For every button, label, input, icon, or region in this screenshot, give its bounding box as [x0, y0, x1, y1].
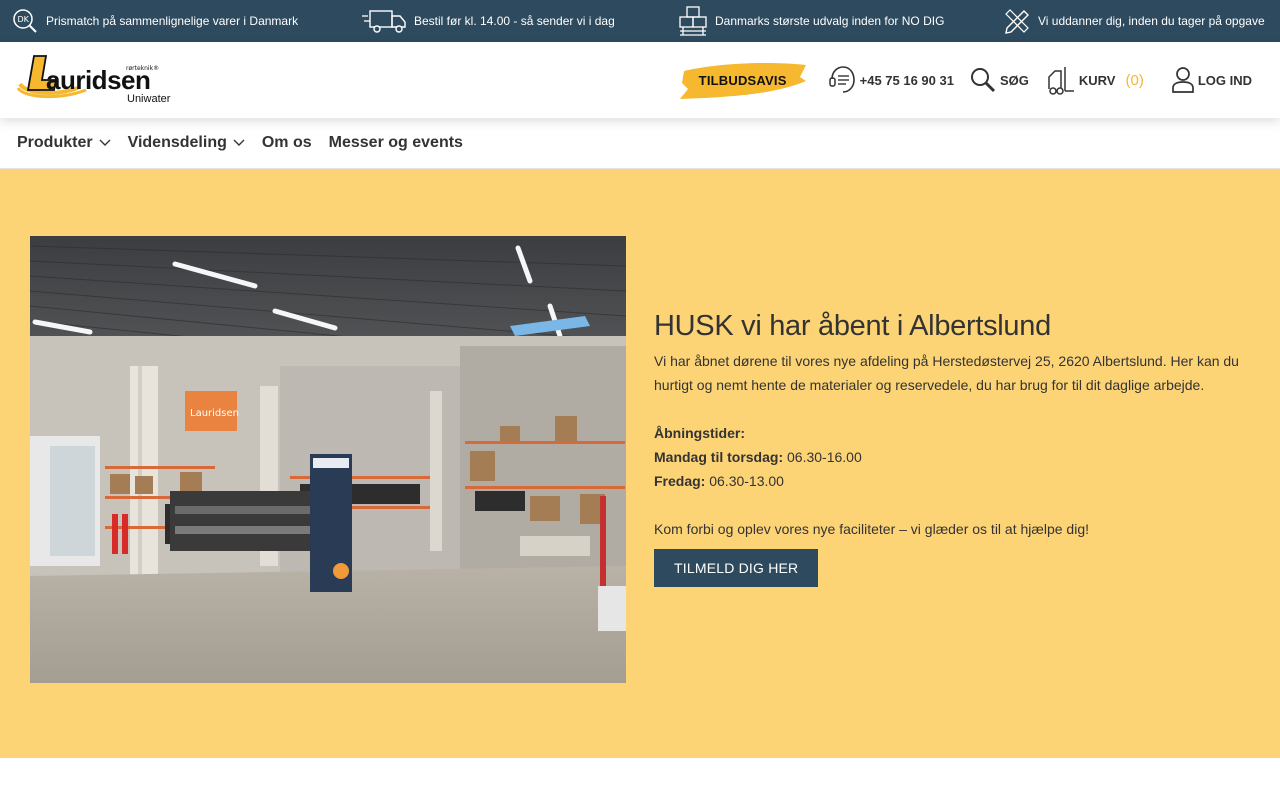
svg-text:Uniwater: Uniwater	[127, 93, 171, 105]
svg-text:Lauridsen: Lauridsen	[190, 408, 239, 419]
opening-hours-heading: Åbningstider:	[654, 425, 745, 441]
hero-outro: Kom forbi og oplev vores nye faciliteter…	[654, 521, 1089, 537]
forklift-cart-icon	[1048, 67, 1074, 95]
truck-icon	[362, 10, 406, 33]
svg-text:DK: DK	[18, 15, 30, 24]
page-footer-space	[0, 758, 1280, 800]
offer-catalog-button[interactable]: TILBUDSAVIS	[678, 59, 808, 101]
search-button[interactable]: SØG	[970, 67, 1029, 93]
usp-item-shipping: Bestil før kl. 14.00 - så sender vi i da…	[362, 8, 679, 34]
lauridsen-logo: auridsen rørteknik® Uniwater	[16, 55, 171, 105]
nav-item-products[interactable]: Produkter	[17, 134, 111, 152]
nav-item-about[interactable]: Om os	[262, 134, 312, 152]
headset-icon	[828, 66, 855, 93]
usp-item-training: Vi uddanner dig, inden du tager på opgav…	[1004, 8, 1268, 34]
nav-item-knowledge[interactable]: Vidensdeling	[128, 134, 245, 152]
login-button[interactable]: LOG IND	[1171, 67, 1252, 93]
warehouse-photo: Lauridsen	[30, 236, 626, 683]
site-header: auridsen rørteknik® Uniwater TILBUDSAVIS…	[0, 42, 1280, 118]
hero-intro: Vi har åbnet dørene til vores nye afdeli…	[654, 353, 1239, 393]
pencil-ruler-icon	[1005, 9, 1029, 34]
hero-title: HUSK vi har åbent i Albertslund	[654, 310, 1051, 342]
opening-hours-friday: Fredag: 06.30-13.00	[654, 473, 784, 489]
user-icon	[1171, 67, 1194, 93]
search-label: SØG	[999, 72, 1029, 88]
cart-button[interactable]: KURV (0)	[1045, 65, 1144, 95]
boxes-icon	[679, 6, 707, 36]
hero-content: HUSK vi har åbent i Albertslund Vi har å…	[654, 310, 1254, 587]
usp-text: Prismatch på sammenlignelige varer i Dan…	[46, 14, 299, 28]
signup-button[interactable]: TILMELD DIG HER	[654, 549, 819, 587]
usp-bar: DK Prismatch på sammenlignelige varer i …	[0, 0, 1280, 42]
logo-tagline: rørteknik®	[126, 65, 159, 72]
chevron-down-icon	[99, 139, 111, 146]
phone-link[interactable]: +45 75 16 90 31	[828, 65, 954, 95]
nav-label: Vidensdeling	[127, 134, 227, 151]
cart-label: KURV	[1078, 72, 1116, 88]
main-navigation: Produkter Vidensdeling Om os Messer og e…	[0, 118, 1280, 169]
search-icon	[970, 68, 996, 93]
phone-number: +45 75 16 90 31	[859, 72, 954, 88]
nav-label: Messer og events	[328, 134, 463, 151]
dk-search-icon: DK	[13, 9, 37, 33]
chevron-down-icon	[233, 139, 245, 146]
offer-catalog-label: TILBUDSAVIS	[698, 72, 787, 88]
nav-item-events[interactable]: Messer og events	[329, 134, 463, 152]
usp-text: Bestil før kl. 14.00 - så sender vi i da…	[414, 14, 615, 28]
usp-item-pricematch: DK Prismatch på sammenlignelige varer i …	[12, 8, 362, 34]
login-label: LOG IND	[1197, 72, 1252, 88]
header-actions: TILBUDSAVIS +45 75 16 90 31 SØG KURV (0)…	[678, 42, 1264, 118]
usp-item-selection: Danmarks største udvalg inden for NO DIG	[679, 6, 1004, 36]
warehouse-illustration: Lauridsen	[30, 236, 626, 683]
usp-text: Danmarks største udvalg inden for NO DIG	[715, 14, 945, 28]
site-logo[interactable]: auridsen rørteknik® Uniwater	[16, 55, 176, 105]
cart-count: (0)	[1125, 71, 1144, 89]
nav-label: Om os	[261, 134, 312, 151]
nav-label: Produkter	[17, 134, 93, 151]
hero-section: Lauridsen HUSK vi har åbent i Albertslun…	[0, 169, 1280, 758]
usp-text: Vi uddanner dig, inden du tager på opgav…	[1038, 14, 1265, 28]
opening-hours-weekdays: Mandag til torsdag: 06.30-16.00	[654, 449, 862, 465]
